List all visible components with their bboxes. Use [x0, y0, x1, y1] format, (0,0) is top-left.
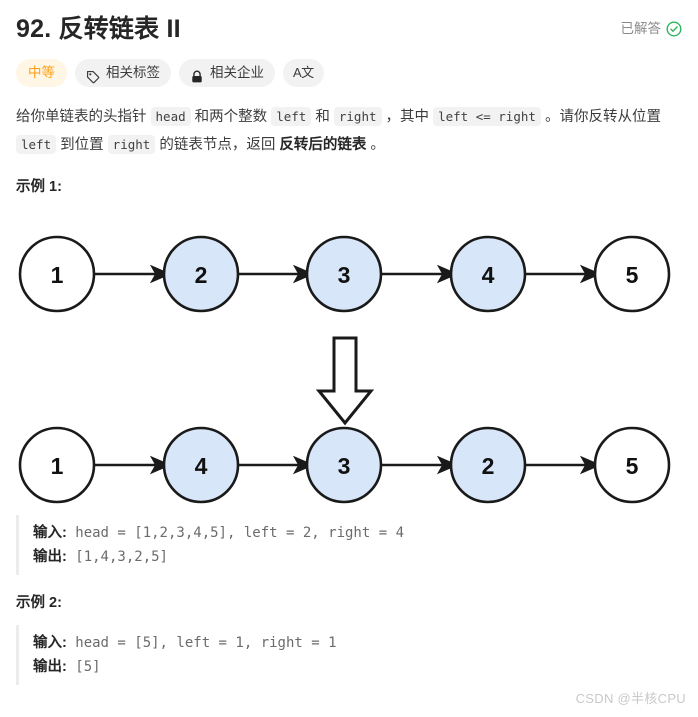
- problem-description: 给你单链表的头指针 head 和两个整数 left 和 right ，其中 le…: [0, 87, 698, 159]
- diagram-row-after: 1 4 3 2 5: [18, 426, 671, 504]
- language-toggle-label: A文: [293, 65, 314, 80]
- desc-seg-8: 。: [366, 137, 385, 153]
- related-tags-chip-label: 相关标签: [106, 65, 160, 80]
- status-badge: 已解答: [621, 20, 683, 38]
- example-2-input-value: head = [5], left = 1, right = 1: [66, 635, 337, 651]
- node-before-4: 5: [593, 235, 671, 313]
- desc-seg-2: 和两个整数: [190, 109, 272, 125]
- example-1-input-line: 输入: head = [1,2,3,4,5], left = 2, right …: [33, 521, 682, 545]
- node-before-4-label: 5: [626, 262, 639, 288]
- desc-emphasis: 反转后的链表: [279, 137, 367, 153]
- example-1-output-value: [1,4,3,2,5]: [66, 549, 168, 565]
- node-after-4: 5: [593, 426, 671, 504]
- language-toggle-chip[interactable]: A文: [283, 59, 324, 87]
- tag-icon: [86, 66, 100, 84]
- problem-page: 92. 反转链表 II 已解答 中等 相关标签 相关企业 A文 给你单链表的头指…: [0, 0, 698, 717]
- example-1-output-label: 输出:: [33, 549, 67, 565]
- example-2-heading: 示例 2:: [16, 595, 62, 611]
- linked-list-diagram: 1 2 3 4 5 1 4 3 2 5: [0, 197, 698, 515]
- header: 92. 反转链表 II 已解答: [0, 0, 698, 46]
- code-left-le-right: left <= right: [433, 107, 541, 126]
- node-after-1: 4: [162, 426, 240, 504]
- down-block-arrow-icon: [315, 336, 375, 426]
- difficulty-chip[interactable]: 中等: [16, 59, 67, 87]
- page-title: 92. 反转链表 II: [16, 15, 181, 43]
- difficulty-chip-label: 中等: [28, 65, 55, 80]
- linked-list-svg: 1 2 3 4 5 1 4 3 2 5: [18, 235, 671, 504]
- desc-seg-7: 的链表节点，返回: [155, 137, 280, 153]
- example-2-code-block: 输入: head = [5], left = 1, right = 1 输出: …: [16, 625, 682, 685]
- node-after-1-label: 4: [195, 453, 208, 479]
- code-head: head: [150, 107, 191, 126]
- example-2-output-value: [5]: [66, 659, 101, 675]
- node-after-3-label: 2: [482, 453, 495, 479]
- node-before-2-label: 3: [338, 262, 351, 288]
- node-before-2: 3: [305, 235, 383, 313]
- node-after-3: 2: [449, 426, 527, 504]
- desc-seg-5: 。请你反转从位置: [540, 109, 661, 125]
- node-after-4-label: 5: [626, 453, 639, 479]
- related-tags-chip[interactable]: 相关标签: [75, 59, 171, 87]
- node-before-3-label: 4: [482, 262, 495, 288]
- node-after-0: 1: [18, 426, 96, 504]
- example-2-input-label: 输入:: [33, 635, 67, 651]
- example-1-input-label: 输入:: [33, 525, 67, 541]
- node-after-2: 3: [305, 426, 383, 504]
- code-left-2: left: [16, 135, 57, 154]
- status-badge-label: 已解答: [620, 21, 662, 36]
- diagram-row-before: 1 2 3 4 5: [18, 235, 671, 313]
- node-before-0: 1: [18, 235, 96, 313]
- example-2-output-label: 输出:: [33, 659, 67, 675]
- node-before-0-label: 1: [51, 262, 64, 288]
- node-after-0-label: 1: [51, 453, 64, 479]
- lock-icon: [190, 66, 204, 83]
- node-after-2-label: 3: [338, 453, 351, 479]
- node-before-1-label: 2: [195, 262, 208, 288]
- related-companies-chip[interactable]: 相关企业: [179, 59, 275, 87]
- related-companies-chip-label: 相关企业: [210, 65, 264, 80]
- code-left-1: left: [271, 107, 312, 126]
- example-1-output-line: 输出: [1,4,3,2,5]: [33, 545, 682, 569]
- example-2-output-line: 输出: [5]: [33, 655, 682, 679]
- desc-seg-1: 给你单链表的头指针: [16, 109, 151, 125]
- node-before-3: 4: [449, 235, 527, 313]
- check-circle-icon: [666, 21, 682, 37]
- desc-seg-6: 到位置: [56, 137, 108, 153]
- desc-seg-4: ，其中: [381, 109, 434, 125]
- code-right-2: right: [107, 135, 156, 154]
- code-right-1: right: [333, 107, 382, 126]
- watermark: CSDN @半核CPU: [575, 691, 686, 706]
- example-1-heading: 示例 1:: [16, 179, 62, 195]
- meta-chips: 中等 相关标签 相关企业 A文: [0, 46, 698, 87]
- example-1-input-value: head = [1,2,3,4,5], left = 2, right = 4: [66, 525, 404, 541]
- example-1-code-block: 输入: head = [1,2,3,4,5], left = 2, right …: [16, 515, 682, 575]
- node-before-1: 2: [162, 235, 240, 313]
- example-2-input-line: 输入: head = [5], left = 1, right = 1: [33, 631, 682, 655]
- desc-seg-3: 和: [311, 109, 334, 125]
